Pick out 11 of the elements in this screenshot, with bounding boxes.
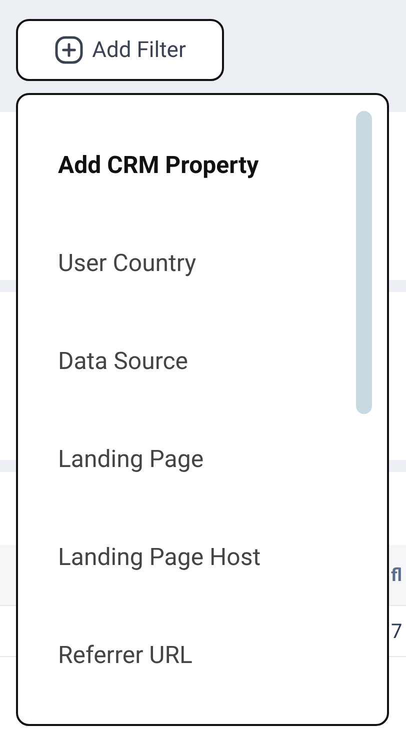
table-cell-text: 7 — [391, 619, 404, 643]
menu-item[interactable]: Referrer URL — [58, 631, 387, 729]
menu-item[interactable]: Landing Page — [58, 435, 387, 533]
column-header: fl — [391, 564, 404, 586]
menu-item[interactable]: Landing Page Host — [58, 533, 387, 631]
menu-item[interactable]: Add CRM Property — [58, 141, 387, 239]
menu-item[interactable]: User Country — [58, 239, 387, 337]
menu-item[interactable]: Data Source — [58, 337, 387, 435]
plus-icon — [54, 35, 84, 65]
add-filter-button[interactable]: Add Filter — [16, 19, 224, 81]
scrollbar[interactable] — [356, 111, 372, 414]
